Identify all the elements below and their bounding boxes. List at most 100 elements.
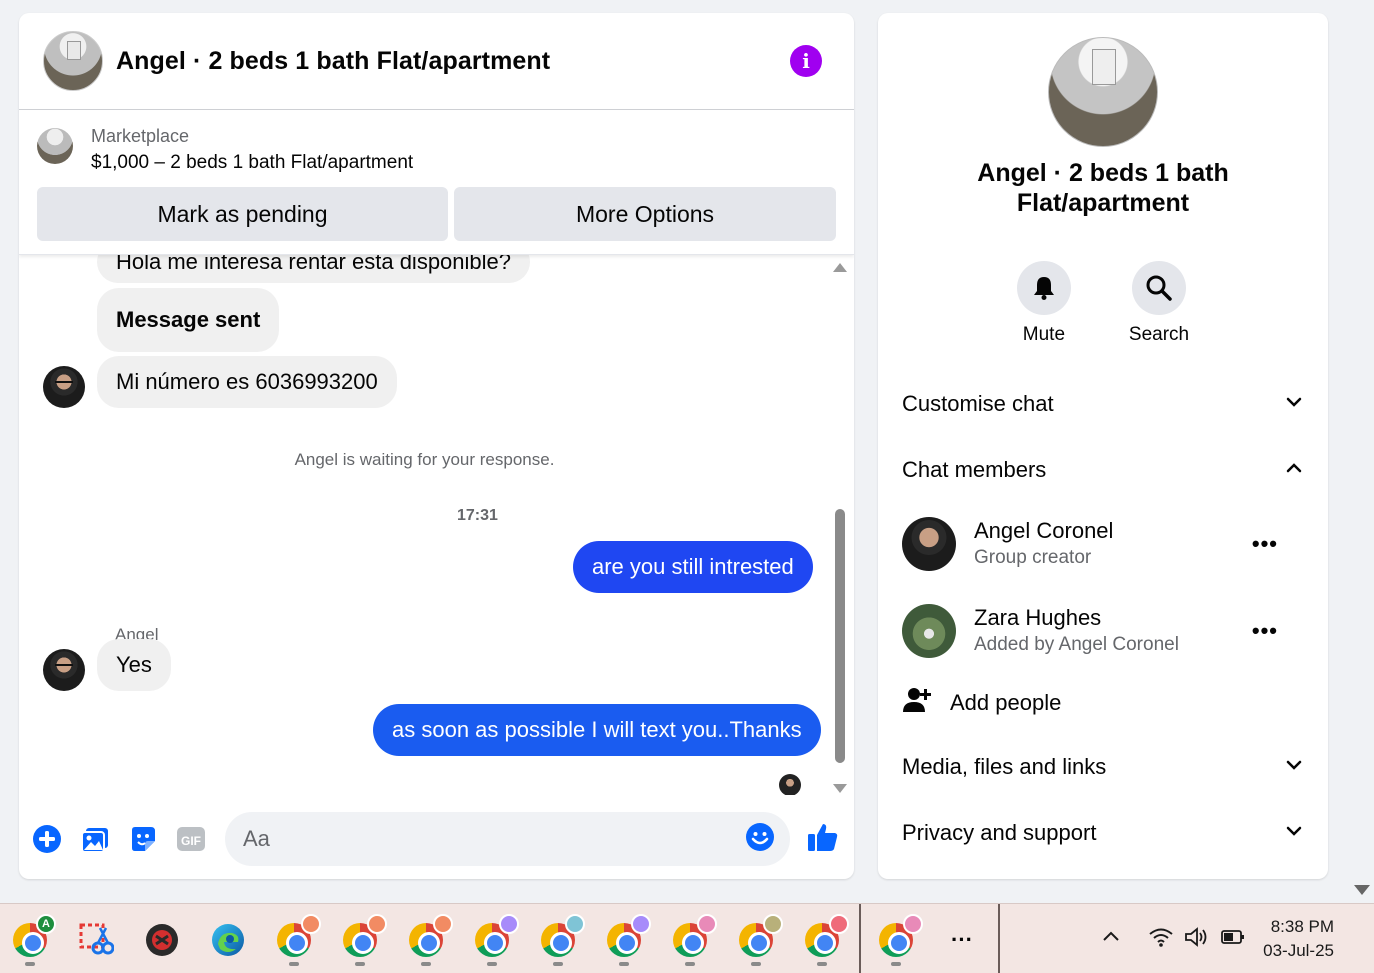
- profile-badge-icon: [631, 914, 651, 934]
- more-apps-icon[interactable]: ···: [942, 920, 982, 960]
- quick-actions: Mute Search: [878, 261, 1328, 346]
- emoji-icon[interactable]: [745, 822, 775, 857]
- profile-badge-icon: [499, 914, 519, 934]
- chevron-down-icon: [1284, 392, 1304, 417]
- chrome-profile-icon[interactable]: [406, 914, 453, 960]
- member-name[interactable]: Zara Hughes: [974, 604, 1252, 632]
- profile-badge-icon: [829, 914, 849, 934]
- gif-icon[interactable]: GIF: [175, 823, 207, 855]
- message-bubble[interactable]: Hola me interesa rentar esta disponible?: [97, 255, 531, 283]
- outgoing-message[interactable]: as soon as possible I will text you..Tha…: [373, 704, 821, 756]
- system-clock[interactable]: 8:38 PM 03-Jul-25: [1263, 915, 1334, 963]
- chat-panel: Angel · 2 beds 1 bath Flat/apartment i M…: [19, 13, 854, 879]
- privacy-support-section[interactable]: Privacy and support: [902, 820, 1304, 846]
- media-files-links-section[interactable]: Media, files and links: [902, 754, 1304, 780]
- chat-header: Angel · 2 beds 1 bath Flat/apartment i: [19, 13, 854, 110]
- chrome-profile-icon[interactable]: [736, 914, 783, 960]
- chrome-profile-icon[interactable]: A: [10, 914, 56, 960]
- section-label: Privacy and support: [902, 820, 1097, 845]
- message-scrollbar[interactable]: [833, 263, 847, 793]
- listing-thumbnail[interactable]: [37, 128, 73, 164]
- message-bubble[interactable]: Mi número es 6036993200: [97, 356, 397, 408]
- running-indicator: [355, 962, 365, 966]
- search-button[interactable]: Search: [1129, 261, 1189, 346]
- chrome-profile-icon[interactable]: [274, 914, 321, 960]
- profile-badge-icon: [763, 914, 783, 934]
- message-bubble[interactable]: Yes: [97, 639, 171, 691]
- message-input[interactable]: [243, 826, 723, 852]
- gif-label: GIF: [181, 834, 201, 848]
- mute-button[interactable]: Mute: [1016, 261, 1071, 346]
- chrome-profile-icon[interactable]: [472, 914, 519, 960]
- info-icon[interactable]: i: [790, 45, 822, 77]
- avatar[interactable]: [902, 517, 956, 571]
- thumbs-up-icon[interactable]: [806, 820, 840, 859]
- chrome-profile-icon[interactable]: [340, 914, 387, 960]
- more-options-button[interactable]: More Options: [454, 187, 836, 241]
- member-row[interactable]: Zara Hughes Added by Angel Coronel •••: [902, 603, 1304, 659]
- avatar[interactable]: [43, 366, 85, 408]
- chrome-profile-icon[interactable]: [604, 914, 651, 960]
- photo-icon[interactable]: [79, 823, 111, 855]
- running-indicator: [751, 962, 761, 966]
- running-indicator: [289, 962, 299, 966]
- message-input-box[interactable]: [225, 812, 790, 866]
- chat-title[interactable]: Angel · 2 beds 1 bath Flat/apartment: [116, 47, 550, 76]
- listing-summary[interactable]: $1,000 – 2 beds 1 bath Flat/apartment: [91, 148, 413, 178]
- taskbar: A ··· 8:38 PM 03-Jul-25: [0, 903, 1374, 973]
- profile-badge-icon: [697, 914, 717, 934]
- scroll-up-arrow-icon[interactable]: [833, 263, 847, 272]
- volume-icon[interactable]: [1184, 926, 1210, 953]
- chat-members-section[interactable]: Chat members: [902, 457, 1304, 483]
- marketplace-label: Marketplace: [91, 126, 190, 146]
- member-row[interactable]: Angel Coronel Group creator •••: [902, 516, 1304, 572]
- chrome-profile-icon[interactable]: [538, 914, 585, 960]
- mark-as-pending-button[interactable]: Mark as pending: [37, 187, 448, 241]
- running-indicator: [487, 962, 497, 966]
- marketplace-listing: Marketplace $1,000 – 2 beds 1 bath Flat/…: [19, 110, 854, 255]
- chevron-down-icon: [1284, 821, 1304, 846]
- member-name[interactable]: Angel Coronel: [974, 517, 1252, 545]
- wifi-icon[interactable]: [1148, 926, 1174, 953]
- sticker-icon[interactable]: [127, 823, 159, 855]
- plus-circle-icon[interactable]: [31, 823, 63, 855]
- scrollbar-thumb[interactable]: [835, 509, 845, 763]
- message-list[interactable]: Hola me interesa rentar esta disponible?…: [19, 255, 854, 795]
- battery-icon[interactable]: [1220, 926, 1246, 953]
- conversation-info-panel: Angel · 2 beds 1 bath Flat/apartment Mut…: [878, 13, 1328, 879]
- snipping-tool-icon[interactable]: [76, 920, 116, 960]
- profile-badge: A: [36, 914, 56, 934]
- edge-browser-icon[interactable]: [208, 920, 248, 960]
- avatar[interactable]: [902, 604, 956, 658]
- scroll-down-arrow-icon[interactable]: [833, 784, 847, 793]
- profile-badge-icon: [565, 914, 585, 934]
- running-indicator: [25, 962, 35, 966]
- outgoing-message[interactable]: are you still intrested: [573, 541, 813, 593]
- conversation-avatar[interactable]: [1048, 37, 1158, 147]
- running-indicator: [421, 962, 431, 966]
- add-person-icon: [902, 685, 932, 721]
- running-indicator: [817, 962, 827, 966]
- avatar[interactable]: [43, 649, 85, 691]
- message-bubble[interactable]: Message sent: [97, 288, 280, 352]
- profile-badge-icon: [433, 914, 453, 934]
- running-indicator: [619, 962, 629, 966]
- more-options-icon[interactable]: •••: [1252, 618, 1278, 644]
- security-app-icon[interactable]: [142, 920, 182, 960]
- chrome-profile-icon[interactable]: [670, 914, 717, 960]
- page-scroll-down-arrow-icon[interactable]: [1354, 885, 1370, 895]
- section-label: Customise chat: [902, 391, 1054, 416]
- taskbar-divider: [998, 904, 1000, 973]
- chrome-profile-icon[interactable]: [802, 914, 849, 960]
- system-tray: [1100, 904, 1246, 973]
- customise-chat-section[interactable]: Customise chat: [902, 391, 1304, 417]
- composer: GIF: [19, 799, 854, 879]
- add-people-button[interactable]: Add people: [902, 685, 1061, 721]
- mute-label: Mute: [1022, 324, 1066, 345]
- more-options-icon[interactable]: •••: [1252, 531, 1278, 557]
- add-people-label: Add people: [950, 690, 1062, 715]
- chrome-profile-icon[interactable]: [876, 914, 923, 960]
- chevron-up-icon[interactable]: [1100, 926, 1122, 953]
- chat-avatar[interactable]: [43, 31, 103, 91]
- search-label: Search: [1128, 324, 1190, 345]
